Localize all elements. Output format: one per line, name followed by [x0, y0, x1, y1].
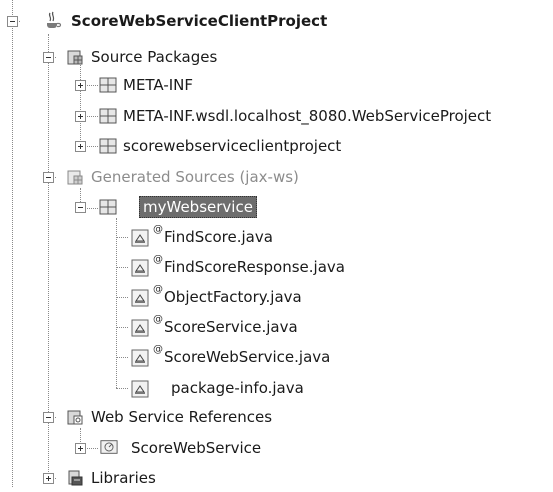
tree-node-source-packages[interactable]: Source Packages [0, 43, 553, 71]
node-label[interactable]: scorewebserviceclientproject [120, 136, 344, 156]
node-label[interactable]: FindScore.java [161, 227, 276, 247]
tree-node-java-file[interactable]: @ ScoreService.java [0, 313, 553, 341]
java-file-icon [131, 349, 149, 367]
collapse-toggle[interactable] [43, 172, 54, 183]
project-name[interactable]: ScoreWebServiceClientProject [68, 11, 330, 31]
node-label[interactable]: Source Packages [88, 47, 220, 67]
tree-node-java-file[interactable]: package-info.java [0, 374, 553, 402]
node-label[interactable]: Web Service References [88, 407, 275, 427]
tree-node-java-file[interactable]: @ ObjectFactory.java [0, 283, 553, 311]
tree-node-java-file[interactable]: @ FindScoreResponse.java [0, 253, 553, 281]
node-label[interactable]: package-info.java [168, 378, 307, 398]
web-service-icon [100, 440, 118, 454]
node-label[interactable]: FindScoreResponse.java [161, 257, 348, 277]
java-file-icon [131, 289, 149, 307]
expand-toggle[interactable] [75, 80, 86, 91]
tree-node-package[interactable]: scorewebserviceclientproject [0, 132, 553, 160]
tree-node-web-service-references[interactable]: Web Service References [0, 403, 553, 431]
web-service-folder-icon [67, 410, 83, 425]
collapse-toggle[interactable] [75, 202, 86, 213]
java-file-icon [131, 229, 149, 247]
libraries-icon [68, 470, 83, 486]
node-label[interactable]: ScoreWebService [128, 438, 264, 458]
tree-node-java-file[interactable]: @ ScoreWebService.java [0, 343, 553, 371]
java-file-icon [131, 259, 149, 277]
node-label[interactable]: myWebservice [139, 196, 257, 218]
collapse-toggle[interactable] [43, 412, 54, 423]
expand-toggle[interactable] [75, 141, 86, 152]
node-label[interactable]: ObjectFactory.java [161, 287, 305, 307]
tree-node-java-file[interactable]: @ FindScore.java [0, 223, 553, 251]
tree-node-package[interactable]: META-INF [0, 71, 553, 99]
package-icon [99, 138, 117, 154]
node-label[interactable]: META-INF [120, 75, 196, 95]
expand-toggle[interactable] [75, 111, 86, 122]
node-label[interactable]: ScoreService.java [161, 317, 301, 337]
java-project-icon [47, 11, 62, 28]
node-label[interactable]: META-INF.wsdl.localhost_8080.WebServiceP… [120, 106, 494, 126]
tree-node-web-service[interactable]: ScoreWebService [0, 434, 553, 462]
node-label[interactable]: ScoreWebService.java [161, 347, 333, 367]
tree-node-package-selected[interactable]: myWebservice [0, 193, 553, 221]
expand-toggle[interactable] [43, 473, 54, 484]
collapse-toggle[interactable] [7, 16, 18, 27]
tree-node-project[interactable]: ScoreWebServiceClientProject [0, 7, 553, 35]
java-file-icon [131, 319, 149, 337]
tree-node-libraries[interactable]: Libraries [0, 464, 553, 492]
folder-icon [67, 50, 83, 65]
node-label[interactable]: Libraries [88, 468, 159, 488]
tree-node-package[interactable]: META-INF.wsdl.localhost_8080.WebServiceP… [0, 102, 553, 130]
package-icon [99, 77, 117, 93]
package-icon [99, 108, 117, 124]
java-file-icon [131, 380, 149, 398]
expand-toggle[interactable] [75, 443, 86, 454]
tree-node-generated-sources[interactable]: Generated Sources (jax-ws) [0, 163, 553, 191]
collapse-toggle[interactable] [43, 52, 54, 63]
package-icon [99, 199, 117, 215]
node-label[interactable]: Generated Sources (jax-ws) [88, 167, 302, 187]
generated-folder-icon [67, 170, 83, 185]
